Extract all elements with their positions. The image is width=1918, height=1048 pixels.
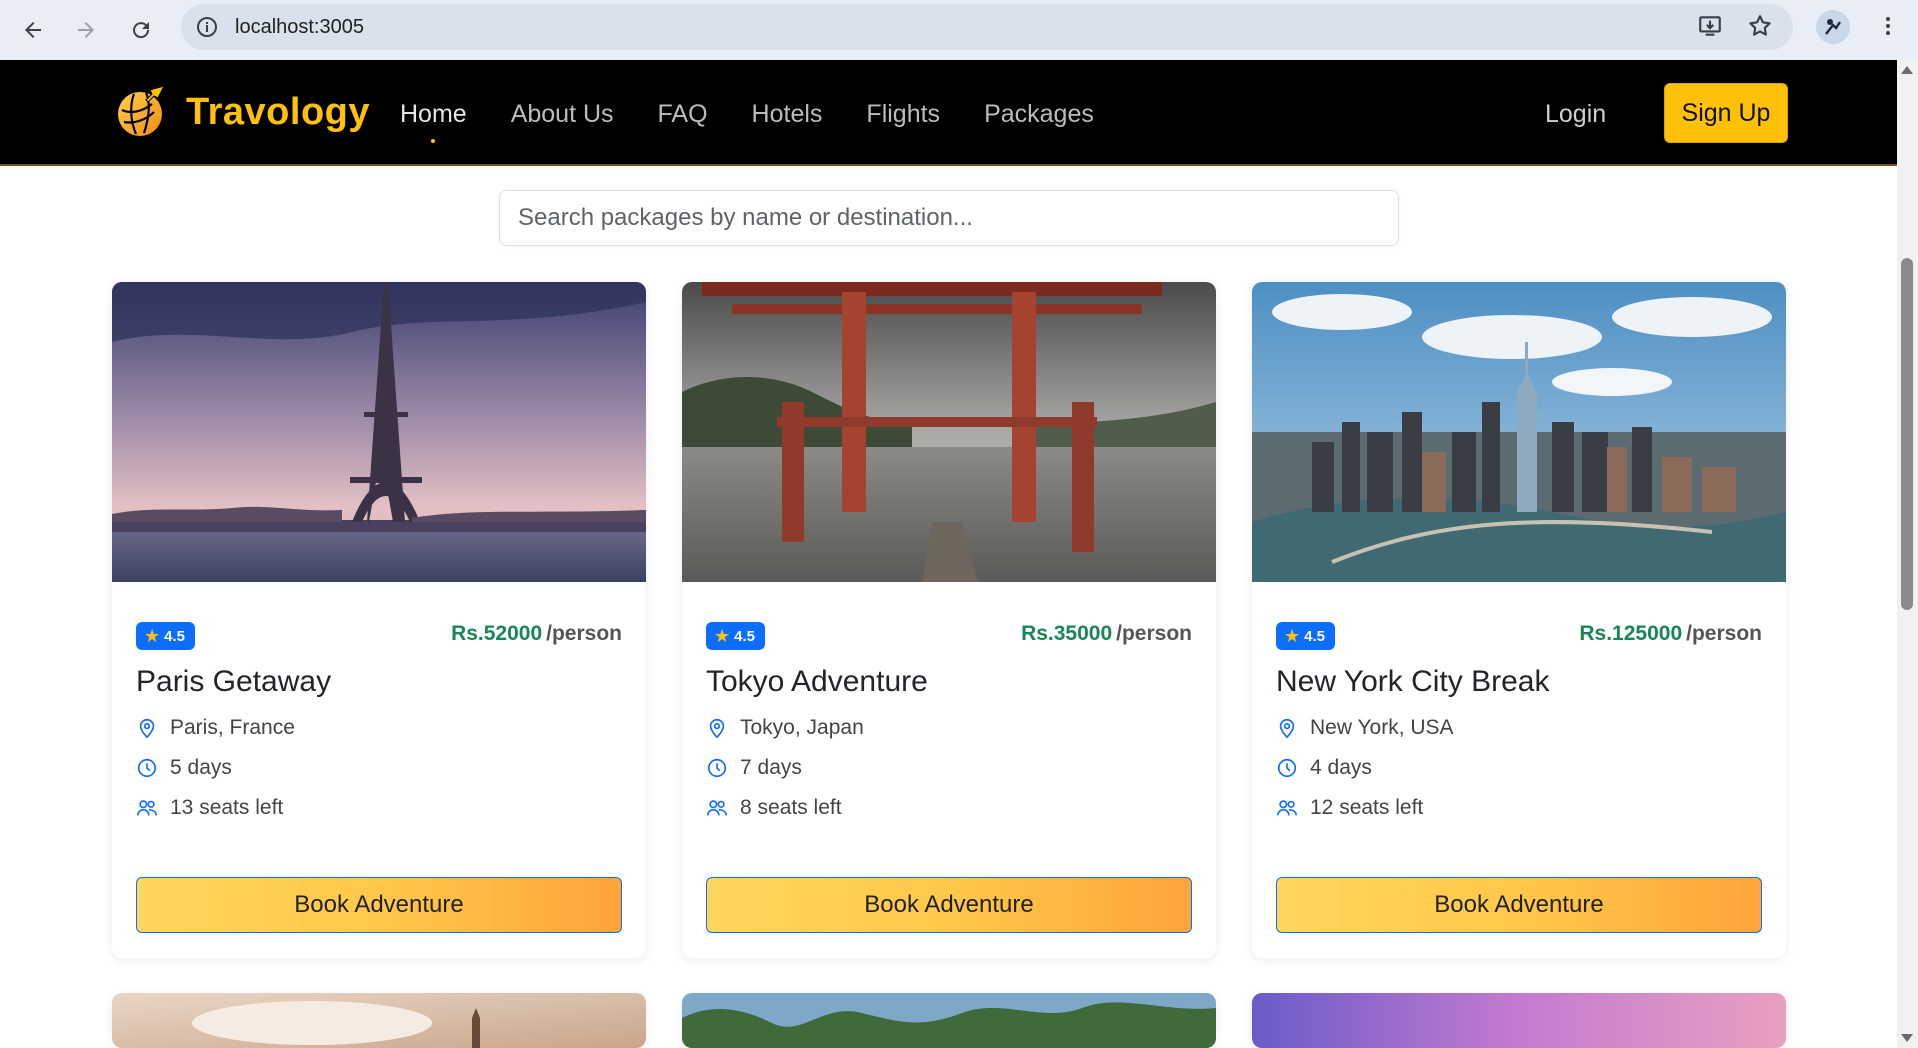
site-navbar: Travology Home About Us FAQ Hotels Fligh… [0, 60, 1897, 166]
package-image-tokyo [682, 282, 1216, 582]
price: Rs.52000/person [451, 622, 622, 646]
package-duration: 4 days [1276, 756, 1372, 780]
forward-arrow-icon[interactable] [65, 9, 107, 51]
duration-text: 7 days [740, 756, 802, 779]
profile-icon[interactable] [1816, 10, 1850, 44]
location-pin-icon [1279, 718, 1295, 739]
url-text[interactable]: localhost:3005 [235, 16, 364, 39]
price-unit: /person [1116, 622, 1192, 645]
package-location: New York, USA [1276, 716, 1454, 740]
package-image-partial [1252, 993, 1786, 1048]
package-duration: 7 days [706, 756, 802, 780]
price-unit: /person [1686, 622, 1762, 645]
nav-hotels[interactable]: Hotels [752, 100, 823, 129]
rating-badge: ★ 4.5 [1276, 622, 1335, 650]
page-scrollbar[interactable] [1897, 60, 1918, 1048]
location-pin-icon [139, 718, 155, 739]
package-seats: 8 seats left [706, 796, 842, 820]
price-amount: Rs.35000 [1021, 622, 1113, 645]
bookmark-star-icon[interactable] [1746, 12, 1774, 40]
menu-dots-icon[interactable] [1874, 12, 1902, 40]
nav-flights[interactable]: Flights [866, 100, 940, 129]
package-location: Paris, France [136, 716, 295, 740]
rating-badge: ★ 4.5 [136, 622, 195, 650]
back-arrow-icon[interactable] [12, 9, 54, 51]
price: Rs.35000/person [1021, 622, 1192, 646]
package-seats: 12 seats left [1276, 796, 1423, 820]
location-pin-icon [709, 718, 725, 739]
nav-home[interactable]: Home [400, 100, 467, 143]
location-text: New York, USA [1310, 716, 1454, 739]
location-text: Paris, France [170, 716, 295, 739]
package-card-paris: ★ 4.5 Rs.52000/person Paris Getaway Paris… [112, 282, 646, 958]
package-card-partial [1252, 993, 1786, 1048]
rating-badge: ★ 4.5 [706, 622, 765, 650]
seats-text: 12 seats left [1310, 796, 1424, 819]
nav-packages[interactable]: Packages [984, 100, 1094, 129]
clock-icon [137, 758, 157, 778]
package-search-input[interactable] [499, 190, 1399, 246]
install-app-icon[interactable] [1696, 12, 1724, 40]
active-indicator [431, 139, 436, 143]
book-adventure-button[interactable]: Book Adventure [136, 877, 622, 933]
book-adventure-button[interactable]: Book Adventure [706, 877, 1192, 933]
clock-icon [1277, 758, 1297, 778]
price-amount: Rs.52000 [451, 622, 543, 645]
scroll-up-icon[interactable] [1901, 66, 1913, 74]
package-title: New York City Break [1276, 665, 1550, 698]
package-title: Paris Getaway [136, 665, 332, 698]
price-amount: Rs.125000 [1579, 622, 1683, 645]
star-icon: ★ [144, 625, 161, 646]
reload-icon[interactable] [120, 9, 162, 51]
package-card-partial [682, 993, 1216, 1048]
package-image-paris [112, 282, 646, 582]
duration-text: 4 days [1310, 756, 1372, 779]
package-card-partial [112, 993, 646, 1048]
book-adventure-button[interactable]: Book Adventure [1276, 877, 1762, 933]
price: Rs.125000/person [1579, 622, 1762, 646]
people-icon [1277, 800, 1297, 816]
nav-about-us[interactable]: About Us [511, 100, 614, 129]
package-image-new-york [1252, 282, 1786, 582]
scrollbar-thumb[interactable] [1901, 258, 1913, 610]
clock-icon [707, 758, 727, 778]
globe-plane-logo-icon [118, 85, 165, 136]
scroll-down-icon[interactable] [1901, 1034, 1913, 1042]
star-icon: ★ [714, 625, 731, 646]
brand-name: Travology [186, 90, 370, 133]
package-image-partial [112, 993, 646, 1048]
sign-up-button[interactable]: Sign Up [1664, 83, 1788, 143]
duration-text: 5 days [170, 756, 232, 779]
seats-text: 8 seats left [740, 796, 842, 819]
location-text: Tokyo, Japan [740, 716, 864, 739]
rating-value: 4.5 [734, 627, 755, 645]
nav-home-label: Home [400, 100, 467, 128]
package-title: Tokyo Adventure [706, 665, 928, 698]
address-bar[interactable]: localhost:3005 [181, 4, 1793, 50]
package-card-tokyo: ★ 4.5 Rs.35000/person Tokyo Adventure Tok… [682, 282, 1216, 958]
site-info-icon[interactable] [195, 15, 219, 39]
package-seats: 13 seats left [136, 796, 283, 820]
people-icon [707, 800, 727, 816]
price-unit: /person [546, 622, 622, 645]
package-duration: 5 days [136, 756, 232, 780]
package-image-partial [682, 993, 1216, 1048]
star-icon: ★ [1284, 625, 1301, 646]
rating-value: 4.5 [164, 627, 185, 645]
people-icon [137, 800, 157, 816]
browser-toolbar: localhost:3005 [0, 0, 1918, 60]
rating-value: 4.5 [1304, 627, 1325, 645]
login-link[interactable]: Login [1545, 100, 1606, 129]
nav-faq[interactable]: FAQ [658, 100, 708, 129]
package-location: Tokyo, Japan [706, 716, 864, 740]
seats-text: 13 seats left [170, 796, 284, 819]
brand-link[interactable]: Travology [112, 82, 370, 142]
nav-links: Home About Us FAQ Hotels Flights Package… [400, 100, 1138, 143]
package-card-new-york: ★ 4.5 Rs.125000/person New York City Brea… [1252, 282, 1786, 958]
